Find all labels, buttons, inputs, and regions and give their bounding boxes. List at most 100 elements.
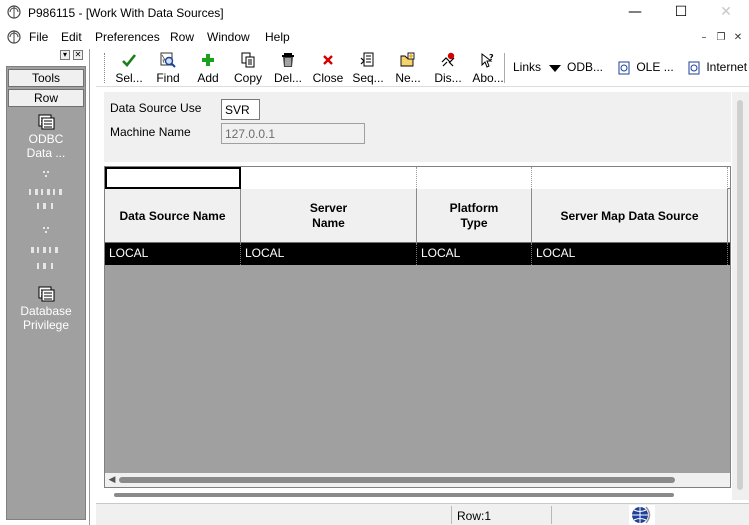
exit-bar-body: Tools Row ODBC Data ... Database Privile… xyxy=(6,66,86,520)
menu-row[interactable]: Row xyxy=(170,30,194,44)
minimize-button[interactable]: — xyxy=(612,0,658,26)
close-button-label: Close xyxy=(312,71,344,85)
menu-window[interactable]: Window xyxy=(207,30,250,44)
toolbar-separator xyxy=(504,53,505,83)
exit-bar-close-button[interactable]: ✕ xyxy=(73,50,83,60)
cell-server-name[interactable]: LOCAL xyxy=(241,243,417,265)
about-button-label: Abo... xyxy=(472,71,504,85)
delete-button-label: Del... xyxy=(273,71,302,85)
select-button-label: Sel... xyxy=(115,71,143,85)
sequence-button-label: Seq... xyxy=(352,71,384,85)
status-divider xyxy=(451,506,452,524)
checkmark-icon xyxy=(122,54,137,67)
document-icon xyxy=(618,61,630,75)
link-ole[interactable]: OLE ... xyxy=(618,60,674,75)
close-button[interactable]: Close xyxy=(309,52,347,86)
list-icon xyxy=(31,227,58,269)
copy-button[interactable]: Copy xyxy=(229,52,267,86)
delete-button[interactable]: Del... xyxy=(269,52,307,86)
add-button-label: Add xyxy=(197,71,219,85)
document-icon xyxy=(688,61,700,75)
exit-disabled-2 xyxy=(7,227,85,280)
qbe-server-map-data-source[interactable] xyxy=(532,167,728,189)
grid-horizontal-scrollbar[interactable]: ◀ xyxy=(105,473,730,487)
link-internet[interactable]: Internet xyxy=(688,60,747,75)
links-label: Links xyxy=(513,60,542,74)
about-button[interactable]: ? Abo... xyxy=(469,52,507,86)
table-row[interactable]: LOCAL LOCAL LOCAL LOCAL xyxy=(105,243,730,265)
form-horizontal-scrollbar[interactable] xyxy=(104,490,731,500)
dropdown-arrow-icon xyxy=(549,64,562,72)
scroll-left-arrow-icon[interactable]: ◀ xyxy=(105,473,119,487)
data-source-use-field[interactable] xyxy=(221,99,260,120)
menu-file[interactable]: File xyxy=(29,30,48,44)
exit-bar-header: ▾ ✕ xyxy=(4,49,88,61)
menu-bar: File Edit Preferences Row Window Help – … xyxy=(0,27,749,49)
exit-database-privilege[interactable]: Database Privilege xyxy=(7,286,85,332)
find-button[interactable]: Find xyxy=(149,52,187,86)
exit-disabled-1 xyxy=(7,171,85,220)
exit-odbc-data[interactable]: ODBC Data ... xyxy=(7,114,85,160)
close-window-button[interactable]: ✕ xyxy=(703,0,749,26)
mdi-minimize-button[interactable]: – xyxy=(697,31,711,45)
status-row-count: Row:1 xyxy=(457,509,492,523)
link-odbc-label: ODB... xyxy=(567,60,604,74)
title-bar: P986115 - [Work With Data Sources] — ☐ ✕ xyxy=(0,0,749,26)
sequence-icon xyxy=(360,52,374,67)
link-internet-label: Internet xyxy=(706,60,748,74)
machine-name-field[interactable] xyxy=(221,123,365,144)
svg-text:?: ? xyxy=(489,53,494,62)
data-source-use-label: Data Source Use xyxy=(110,101,202,115)
sequence-button[interactable]: Seq... xyxy=(349,52,387,86)
link-odbc[interactable]: ODB... xyxy=(567,60,603,74)
data-grid: Data Source Name Server Name Platform Ty… xyxy=(104,166,731,488)
machine-name-label: Machine Name xyxy=(110,125,191,139)
toolbar-grip[interactable] xyxy=(104,53,107,83)
status-divider xyxy=(551,506,552,524)
link-ole-label: OLE ... xyxy=(636,60,674,74)
new-button[interactable]: Ne... xyxy=(389,52,427,86)
mdi-close-button[interactable]: ✕ xyxy=(731,31,745,45)
display-button-label: Dis... xyxy=(434,71,462,85)
cell-data-source-name[interactable]: LOCAL xyxy=(105,243,241,265)
column-header-platform-type[interactable]: Platform Type xyxy=(417,189,532,243)
form-vertical-scrollbar[interactable] xyxy=(732,92,749,500)
display-button[interactable]: Dis... xyxy=(429,52,467,86)
mdi-restore-button[interactable]: ❐ xyxy=(714,31,728,45)
form-scroll-thumb[interactable] xyxy=(114,493,674,497)
menu-edit[interactable]: Edit xyxy=(61,30,82,44)
app-menu-icon[interactable] xyxy=(7,30,21,44)
row-button[interactable]: Row xyxy=(8,89,84,107)
column-header-server-name[interactable]: Server Name xyxy=(241,189,417,243)
add-button[interactable]: Add xyxy=(189,52,227,86)
qbe-server-name[interactable] xyxy=(241,167,417,189)
copy-icon xyxy=(241,52,255,68)
qbe-platform-type[interactable] xyxy=(417,167,532,189)
select-button[interactable]: Sel... xyxy=(110,52,148,86)
window-title: P986115 - [Work With Data Sources] xyxy=(28,6,224,20)
links-dropdown[interactable]: Links xyxy=(513,60,562,74)
column-header-server-map-data-source[interactable]: Server Map Data Source xyxy=(532,189,728,243)
find-button-label: Find xyxy=(156,71,180,85)
cell-platform-type[interactable]: LOCAL xyxy=(417,243,532,265)
status-bar: Row:1 xyxy=(96,503,749,525)
menu-help[interactable]: Help xyxy=(265,30,290,44)
vertical-scroll-thumb[interactable] xyxy=(737,100,743,490)
header-form: Data Source Use Machine Name xyxy=(104,92,731,162)
new-folder-icon xyxy=(400,52,415,67)
exit-bar-pin-button[interactable]: ▾ xyxy=(60,50,70,60)
display-icon xyxy=(441,52,455,67)
left-exit-bar: ▾ ✕ Tools Row ODBC Data ... Database Pri… xyxy=(0,49,90,525)
new-button-label: Ne... xyxy=(395,71,421,85)
grid-scroll-thumb[interactable] xyxy=(119,477,675,483)
toolbar: Sel... Find Add Copy Del... Close Seq...… xyxy=(96,49,749,87)
menu-preferences[interactable]: Preferences xyxy=(95,30,160,44)
qbe-data-source-name[interactable] xyxy=(105,167,241,189)
tools-button[interactable]: Tools xyxy=(8,69,84,87)
trash-icon xyxy=(282,53,294,67)
column-header-data-source-name[interactable]: Data Source Name xyxy=(105,189,241,243)
cell-server-map-data-source[interactable]: LOCAL xyxy=(532,243,728,265)
maximize-button[interactable]: ☐ xyxy=(658,0,704,26)
plus-icon xyxy=(202,54,214,66)
app-icon xyxy=(7,5,21,19)
